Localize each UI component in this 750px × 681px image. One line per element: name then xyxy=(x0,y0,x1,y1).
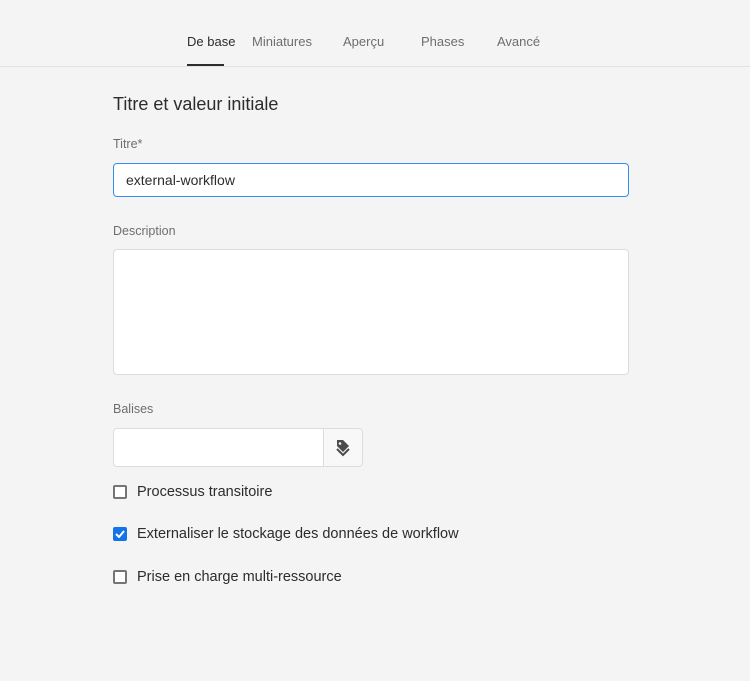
tags-label: Balises xyxy=(113,402,154,416)
checkbox-label: Externaliser le stockage des données de … xyxy=(137,526,459,542)
tag-icon xyxy=(336,439,350,456)
checkbox-label: Prise en charge multi-ressource xyxy=(137,569,342,585)
tags-input[interactable] xyxy=(113,428,324,467)
description-label: Description xyxy=(113,224,176,238)
tab-phases[interactable]: Phases xyxy=(421,34,464,49)
tab-miniatures[interactable]: Miniatures xyxy=(252,34,312,49)
tab-de-base[interactable]: De base xyxy=(187,34,235,49)
checkbox-externaliser-stockage[interactable]: Externaliser le stockage des données de … xyxy=(113,526,459,542)
active-tab-indicator xyxy=(187,64,224,66)
tab-apercu[interactable]: Aperçu xyxy=(343,34,384,49)
checkbox-label: Processus transitoire xyxy=(137,484,273,500)
title-label: Titre* xyxy=(113,137,143,151)
checkbox-multi-ressource[interactable]: Prise en charge multi-ressource xyxy=(113,569,342,585)
description-input[interactable] xyxy=(113,249,629,375)
checkbox-processus-transitoire[interactable]: Processus transitoire xyxy=(113,484,272,500)
checkbox-box[interactable] xyxy=(113,485,127,499)
section-title: Titre et valeur initiale xyxy=(113,94,279,114)
checkbox-box[interactable] xyxy=(113,570,127,584)
checkmark-icon xyxy=(115,530,125,538)
tag-picker-button[interactable] xyxy=(323,428,363,467)
tab-avance[interactable]: Avancé xyxy=(497,34,540,49)
checkbox-box[interactable] xyxy=(113,527,127,541)
title-input[interactable] xyxy=(113,163,629,197)
tab-bar: De base Miniatures Aperçu Phases Avancé xyxy=(0,0,750,67)
